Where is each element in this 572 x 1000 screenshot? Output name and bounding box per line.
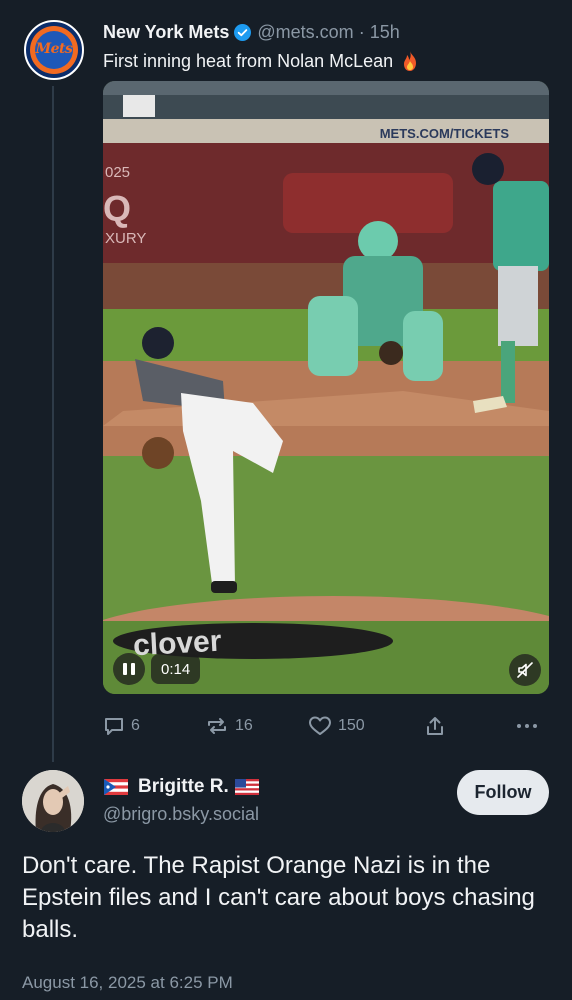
reply-avatar-photo	[22, 770, 84, 832]
speaker-muted-icon	[517, 662, 533, 678]
reply-author-handle[interactable]: @brigro.bsky.social	[103, 804, 259, 825]
video-player[interactable]: METS.COM/TICKETS 025 Q XURY clover 0:14	[103, 81, 549, 694]
ad-letter-text: Q	[103, 188, 131, 229]
meta-separator: ·	[358, 21, 365, 42]
video-time: 0:14	[151, 654, 201, 684]
ad-year-text: 025	[105, 164, 130, 181]
pause-button[interactable]	[113, 653, 145, 685]
puerto-rico-flag-icon	[104, 779, 128, 795]
verified-check-icon	[234, 23, 252, 41]
fire-icon	[404, 51, 417, 71]
reply-author-name[interactable]: Brigitte R.	[138, 776, 229, 798]
more-options-button[interactable]	[515, 712, 545, 740]
share-icon	[427, 717, 443, 735]
post-actions: 6 16 150	[103, 712, 549, 740]
pause-bar-left	[123, 663, 127, 675]
post-header: New York Mets @mets.com · 15h	[103, 20, 400, 44]
repost-icon	[208, 718, 226, 734]
video-frame: METS.COM/TICKETS 025 Q XURY clover	[103, 81, 549, 694]
more-horizontal-icon	[517, 724, 537, 728]
mute-button[interactable]	[509, 654, 541, 686]
reply-timestamp: August 16, 2025 at 6:25 PM	[22, 973, 233, 992]
reply-action[interactable]: 6	[103, 712, 140, 740]
heart-icon	[309, 716, 331, 735]
follow-button[interactable]: Follow	[457, 770, 549, 815]
reply-avatar[interactable]	[22, 770, 84, 832]
ad-word-text: XURY	[105, 230, 146, 247]
us-flag-icon	[234, 779, 259, 795]
reply-count: 6	[131, 717, 140, 734]
post-text-content: First inning heat from Nolan McLean	[103, 50, 394, 71]
post-text: First inning heat from Nolan McLean	[103, 50, 419, 72]
mets-avatar[interactable]: Mets	[24, 20, 84, 80]
post-time[interactable]: 15h	[370, 22, 400, 43]
like-action[interactable]: 150	[308, 712, 365, 740]
thread-line	[52, 86, 54, 762]
comment-icon	[105, 718, 123, 735]
post-author-handle[interactable]: @mets.com	[257, 22, 353, 43]
repost-count: 16	[235, 717, 253, 734]
like-count: 150	[338, 717, 365, 734]
share-action[interactable]	[424, 712, 452, 740]
pause-bar-right	[131, 663, 135, 675]
repost-action[interactable]: 16	[205, 712, 253, 740]
reply-text: Don't care. The Rapist Orange Nazi is in…	[22, 852, 535, 943]
reply-author-row: Brigitte R.	[104, 774, 259, 800]
banner-text: METS.COM/TICKETS	[380, 126, 510, 141]
post-author-name[interactable]: New York Mets	[103, 22, 229, 43]
avatar-logo-text: Mets	[35, 41, 73, 57]
